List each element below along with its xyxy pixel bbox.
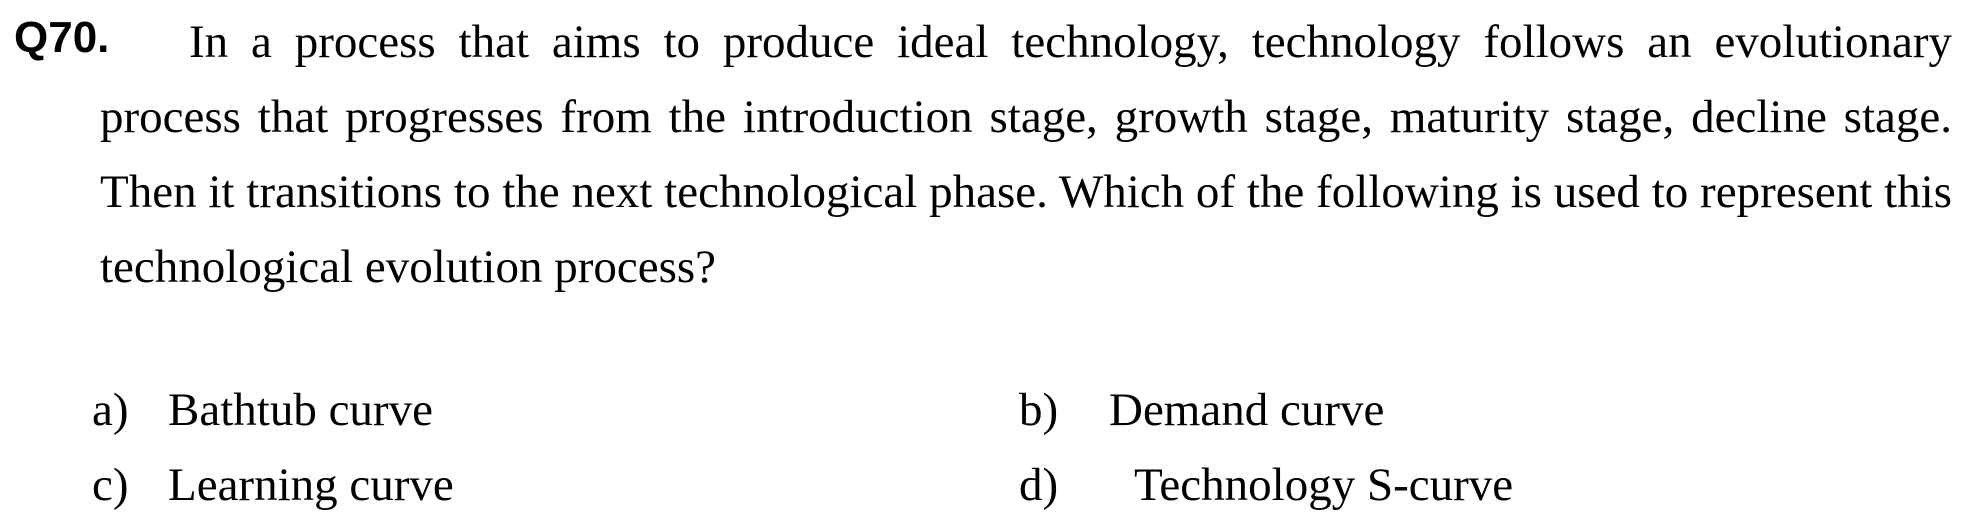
option-label: Technology S-curve bbox=[1134, 459, 1514, 511]
option-label: Bathtub curve bbox=[168, 384, 433, 436]
option-letter: b) bbox=[1019, 384, 1059, 436]
question-text: In a process that aims to produce ideal … bbox=[100, 16, 1952, 293]
question-number: Q70. bbox=[14, 13, 110, 62]
option-label: Demand curve bbox=[1109, 384, 1385, 436]
option-letter: c) bbox=[92, 459, 129, 511]
question-block: Q70. In a process that aims to produce i… bbox=[0, 0, 1966, 529]
option-letter: a) bbox=[92, 384, 129, 436]
option-label: Learning curve bbox=[168, 459, 454, 511]
option-letter: d) bbox=[1019, 459, 1059, 511]
